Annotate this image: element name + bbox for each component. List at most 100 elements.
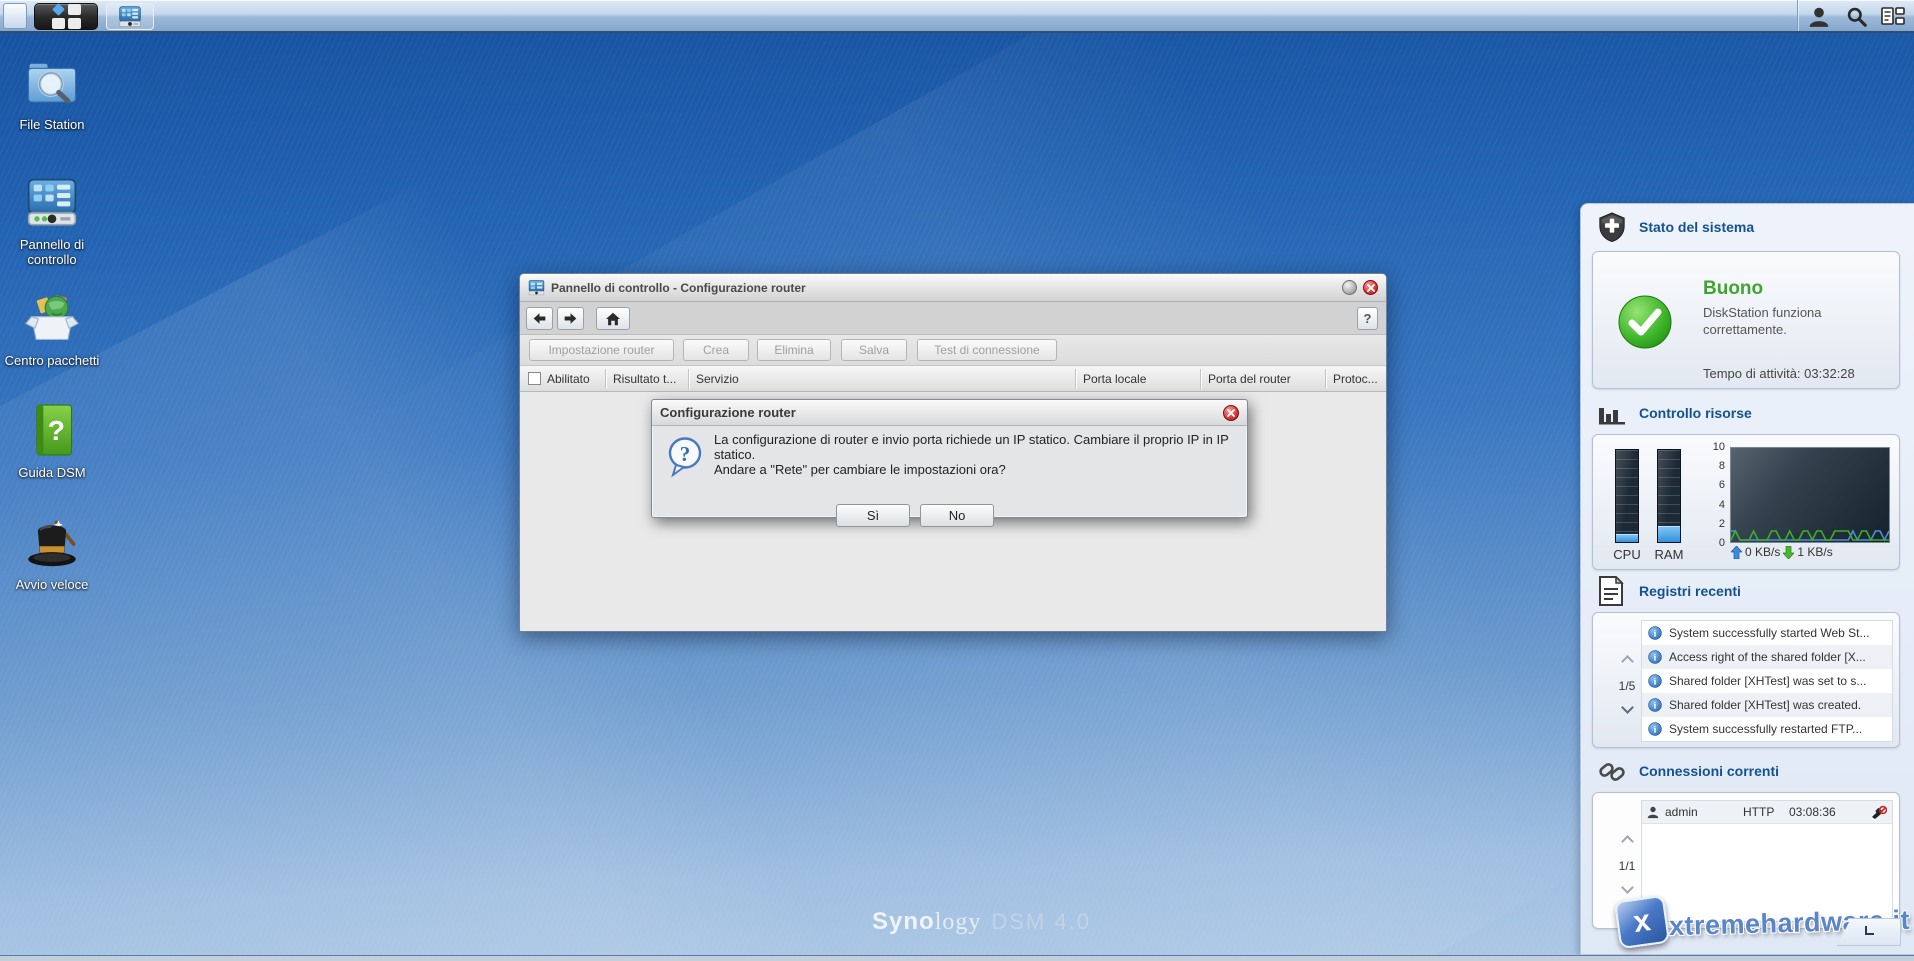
upload-value: 0 KB/s bbox=[1745, 545, 1780, 559]
shield-icon bbox=[1597, 212, 1627, 242]
log-row[interactable]: i Access right of the shared folder [X..… bbox=[1642, 645, 1892, 669]
window-toolbar: Impostazione router Crea Elimina Salva T… bbox=[520, 335, 1386, 366]
connections-page-down-icon[interactable] bbox=[1621, 881, 1634, 894]
desktop-icon-label: File Station bbox=[0, 117, 104, 132]
dialog-message-line2: Andare a "Rete" per cambiare le impostaz… bbox=[714, 462, 1006, 477]
desktop-icon-dsm-help[interactable]: ? Guida DSM bbox=[0, 404, 104, 480]
connections-card: 1/1 admin HTTP 03:08:36 bbox=[1592, 792, 1900, 929]
log-row[interactable]: i Shared folder [XHTest] was set to s... bbox=[1642, 669, 1892, 693]
connections-header: Connessioni correnti bbox=[1581, 756, 1914, 790]
connections-page-indicator: 1/1 bbox=[1609, 859, 1645, 873]
pilot-view-button[interactable] bbox=[1876, 3, 1910, 30]
toolbar-impostazione-router-button[interactable]: Impostazione router bbox=[529, 339, 674, 361]
pilot-view-icon bbox=[1881, 6, 1905, 28]
info-icon: i bbox=[1648, 698, 1662, 712]
dialog-message: La configurazione di router e invio port… bbox=[714, 432, 1241, 477]
log-row[interactable]: i System successfully restarted FTP... bbox=[1642, 717, 1892, 741]
desktop-icon-file-station[interactable]: File Station bbox=[0, 60, 104, 132]
svg-text:?: ? bbox=[48, 415, 65, 446]
connections-list: admin HTTP 03:08:36 bbox=[1641, 800, 1893, 922]
resource-monitor-card: CPU RAM 0246810 0 KB/s 1 KB/s bbox=[1592, 434, 1900, 570]
upload-arrow-icon bbox=[1731, 546, 1742, 559]
nav-home-button[interactable] bbox=[596, 307, 630, 330]
download-value: 1 KB/s bbox=[1797, 545, 1832, 559]
ram-meter bbox=[1657, 449, 1681, 543]
taskbar-item-control-panel[interactable] bbox=[106, 3, 154, 30]
minimize-button[interactable] bbox=[1342, 280, 1357, 295]
column-abilitato[interactable]: Abilitato bbox=[547, 366, 590, 392]
search-icon bbox=[1846, 6, 1868, 28]
connection-row[interactable]: admin HTTP 03:08:36 bbox=[1642, 801, 1892, 824]
search-button[interactable] bbox=[1840, 3, 1874, 30]
brand-syno: Syno bbox=[872, 908, 935, 935]
window-titlebar[interactable]: Pannello di controllo - Configurazione r… bbox=[520, 274, 1386, 302]
log-document-icon bbox=[1597, 576, 1625, 606]
download-arrow-icon bbox=[1783, 546, 1794, 559]
status-description: DiskStation funziona correttamente. bbox=[1703, 304, 1822, 338]
column-risultato[interactable]: Risultato t... bbox=[613, 366, 676, 392]
disconnect-icon[interactable] bbox=[1871, 805, 1887, 819]
window-nav-row: ? bbox=[520, 302, 1386, 335]
yes-button[interactable]: Sì bbox=[836, 504, 910, 527]
logs-page-up-icon[interactable] bbox=[1621, 655, 1634, 668]
svg-text:i: i bbox=[1654, 726, 1657, 736]
control-panel-icon bbox=[24, 178, 80, 228]
main-menu-button[interactable] bbox=[34, 3, 98, 30]
dialog-titlebar[interactable]: Configurazione router bbox=[652, 400, 1247, 426]
column-separator bbox=[605, 369, 606, 389]
svg-text:i: i bbox=[1654, 630, 1657, 640]
chain-link-icon bbox=[1597, 756, 1627, 786]
logs-pager: 1/5 bbox=[1609, 653, 1645, 717]
system-health-sidebar: Stato del sistema Buono DiskStation funz… bbox=[1580, 203, 1914, 955]
back-arrow-icon bbox=[532, 312, 547, 325]
network-graph-lines bbox=[1731, 448, 1889, 542]
network-graph-ytick: 0 bbox=[1703, 538, 1725, 548]
desktop-icon-quick-start[interactable]: Avvio veloce bbox=[0, 518, 104, 592]
help-button[interactable]: ? bbox=[1357, 307, 1378, 330]
nav-forward-button[interactable] bbox=[557, 307, 584, 330]
window-close-button[interactable] bbox=[1363, 280, 1378, 295]
connections-page-up-icon[interactable] bbox=[1621, 835, 1634, 848]
toolbar-test-connessione-button[interactable]: Test di connessione bbox=[917, 339, 1057, 361]
column-porta-locale[interactable]: Porta locale bbox=[1083, 366, 1146, 392]
network-graph-ytick: 8 bbox=[1703, 461, 1725, 471]
log-row[interactable]: i Shared folder [XHTest] was created. bbox=[1642, 693, 1892, 717]
close-icon bbox=[1367, 284, 1375, 292]
chevron-down-icon bbox=[1865, 926, 1874, 935]
desktop-icon-label: Avvio veloce bbox=[0, 577, 104, 592]
dsm-help-icon: ? bbox=[28, 404, 76, 456]
cpu-meter bbox=[1615, 449, 1639, 543]
column-porta-router[interactable]: Porta del router bbox=[1208, 366, 1291, 392]
svg-text:i: i bbox=[1654, 702, 1657, 712]
dialog-close-button[interactable] bbox=[1223, 405, 1239, 421]
desktop-icon-control-panel[interactable]: Pannello di controllo bbox=[0, 178, 104, 267]
control-panel-icon bbox=[118, 6, 142, 28]
connection-time: 03:08:36 bbox=[1789, 805, 1836, 819]
window-title: Pannello di controllo - Configurazione r… bbox=[551, 281, 806, 295]
svg-text:i: i bbox=[1654, 678, 1657, 688]
nav-back-button[interactable] bbox=[526, 307, 553, 330]
recent-logs-card: 1/5 i System successfully started Web St… bbox=[1592, 612, 1900, 748]
select-all-checkbox[interactable] bbox=[528, 372, 541, 385]
show-desktop-button[interactable] bbox=[3, 3, 27, 29]
toolbar-salva-button[interactable]: Salva bbox=[841, 339, 907, 361]
bar-chart-icon bbox=[1597, 398, 1627, 426]
toolbar-crea-button[interactable]: Crea bbox=[683, 339, 749, 361]
column-servizio[interactable]: Servizio bbox=[696, 366, 739, 392]
file-station-icon bbox=[25, 60, 79, 108]
home-icon bbox=[605, 312, 621, 326]
network-graph-ytick: 10 bbox=[1703, 442, 1725, 452]
recent-logs-title: Registri recenti bbox=[1639, 583, 1741, 599]
logs-list: i System successfully started Web St... … bbox=[1641, 620, 1893, 742]
connection-protocol: HTTP bbox=[1743, 805, 1783, 819]
ram-meter-fill bbox=[1658, 526, 1680, 542]
resource-monitor-header: Controllo risorse bbox=[1581, 398, 1914, 432]
toolbar-elimina-button[interactable]: Elimina bbox=[757, 339, 831, 361]
no-button[interactable]: No bbox=[920, 504, 994, 527]
log-row[interactable]: i System successfully started Web St... bbox=[1642, 621, 1892, 645]
user-menu-button[interactable] bbox=[1802, 3, 1836, 30]
desktop-icon-package-center[interactable]: Centro pacchetti bbox=[0, 294, 104, 368]
column-protocollo[interactable]: Protoc... bbox=[1333, 366, 1378, 392]
column-separator bbox=[1325, 369, 1326, 389]
logs-page-down-icon[interactable] bbox=[1621, 701, 1634, 714]
